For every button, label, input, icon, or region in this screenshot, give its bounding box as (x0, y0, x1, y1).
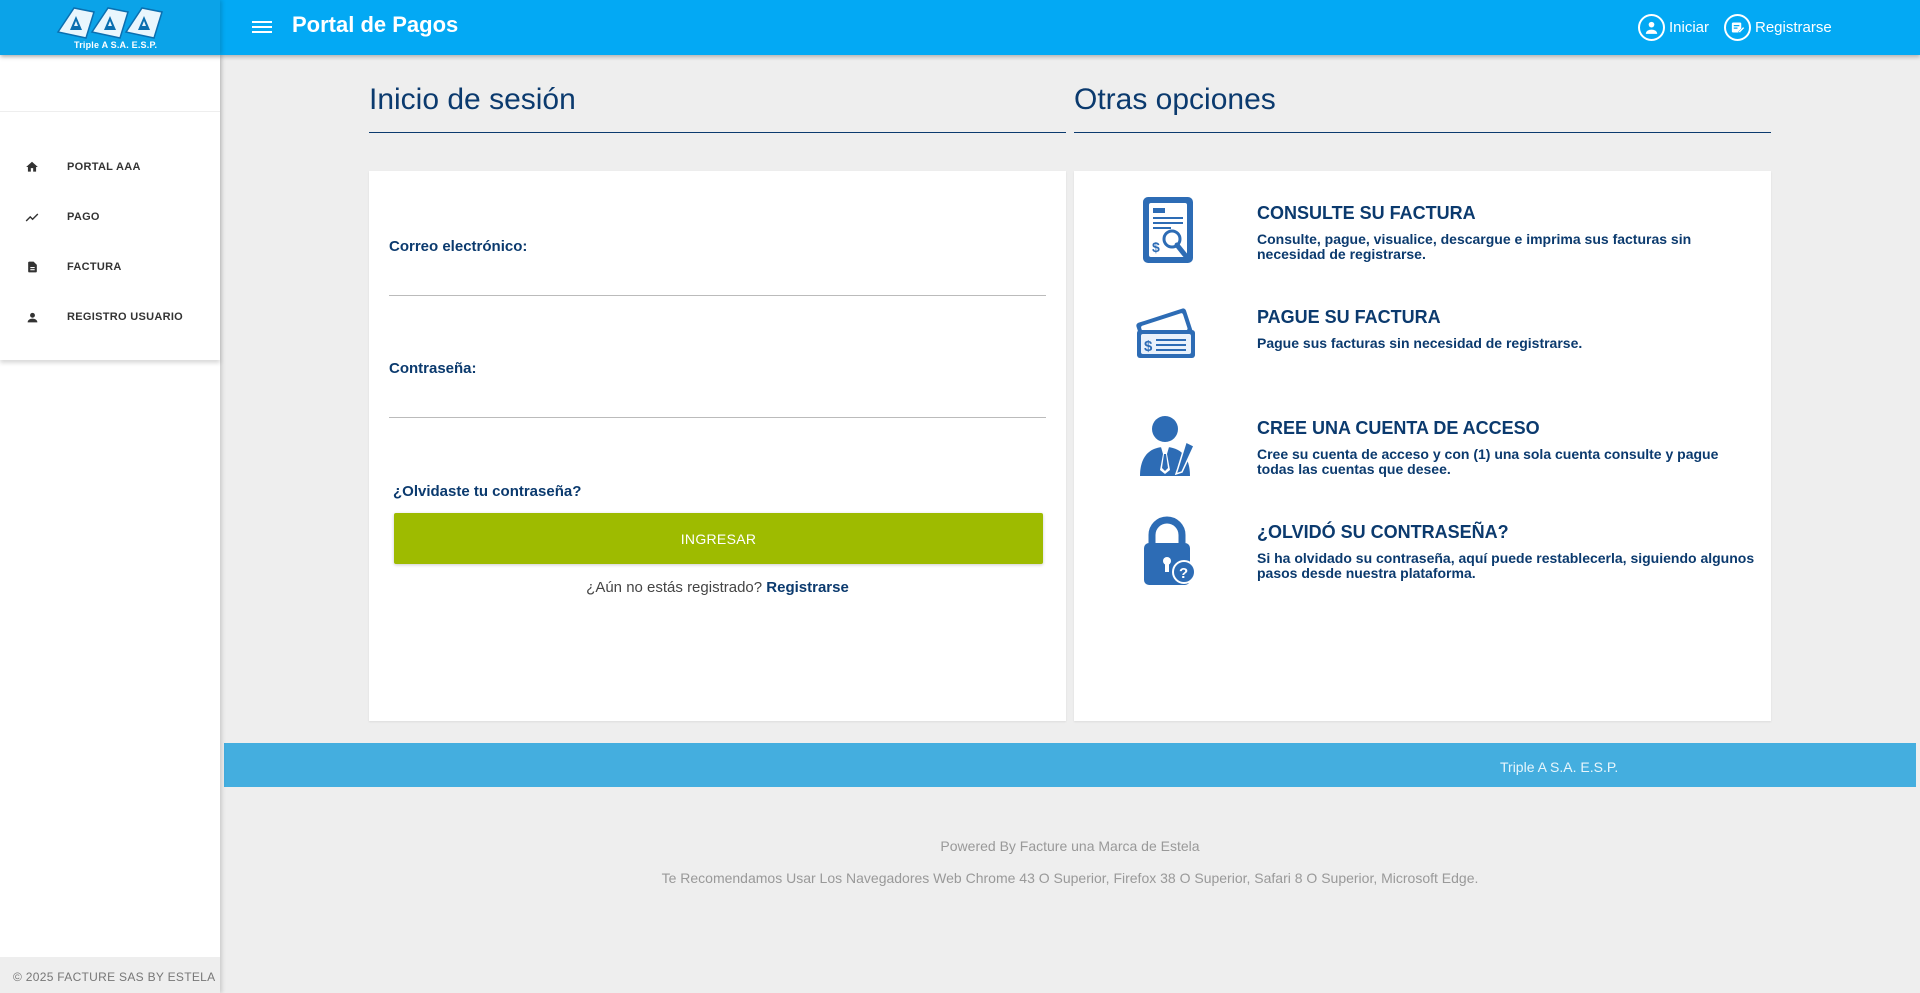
other-options-card: $ CONSULTE SU FACTURA Consulte, pague, v… (1074, 171, 1771, 721)
footer-band (224, 743, 1916, 787)
sidebar-item-label: REGISTRO USUARIO (67, 311, 184, 323)
sidebar-item-label: FACTURA (67, 261, 122, 273)
sidebar-item-label: PORTAL AAA (67, 161, 141, 173)
other-options-title: Otras opciones (1074, 83, 1276, 116)
logo-caption: Triple A S.A. E.S.P. (74, 40, 158, 50)
login-card: Correo electrónico: Contraseña: ¿Olvidas… (369, 171, 1066, 721)
svg-text:$: $ (1144, 338, 1153, 355)
user-signup-icon (1124, 405, 1214, 485)
forgot-password-link[interactable]: ¿Olvidaste tu contraseña? (393, 483, 581, 500)
email-field[interactable] (389, 260, 1046, 296)
sidebar-divider (0, 111, 220, 112)
option-title: ¿OLVIDÓ SU CONTRASEÑA? (1257, 522, 1509, 542)
other-options-divider (1074, 132, 1771, 133)
option-description: Consulte, pague, visualice, descargue e … (1257, 231, 1692, 262)
edit-note-icon (1724, 14, 1751, 41)
option-description: Si ha olvidado su contraseña, aquí puede… (1257, 550, 1755, 581)
sidebar-item-portal-aaa[interactable]: PORTAL AAA (0, 142, 220, 192)
lock-question-icon: ? (1124, 511, 1214, 591)
top-app-bar: Triple A S.A. E.S.P. Portal de Pagos Ini… (0, 0, 1920, 55)
option-title: CONSULTE SU FACTURA (1257, 203, 1476, 223)
invoice-search-icon: $ (1124, 191, 1214, 271)
login-title-divider (369, 132, 1066, 133)
logo-container[interactable]: Triple A S.A. E.S.P. (0, 0, 220, 55)
sidebar-item-label: PAGO (67, 211, 100, 223)
sidebar: PORTAL AAA PAGO FACTURA REGISTRO USUARIO… (0, 55, 220, 993)
password-field[interactable] (389, 382, 1046, 418)
svg-text:$: $ (1152, 239, 1160, 255)
register-prompt-link[interactable]: Registrarse (766, 579, 849, 596)
register-prompt: ¿Aún no estás registrado? Registrarse (369, 579, 1066, 596)
app-title: Portal de Pagos (292, 12, 459, 37)
login-section-title: Inicio de sesión (369, 83, 576, 116)
login-link[interactable]: Iniciar (1638, 14, 1709, 41)
document-icon (25, 260, 39, 274)
svg-text:?: ? (1179, 565, 1188, 582)
option-description: Cree su cuenta de acceso y con (1) una s… (1257, 446, 1719, 477)
home-icon (25, 160, 39, 174)
sidebar-copyright: © 2025 FACTURE SAS BY ESTELA (0, 957, 220, 993)
login-submit-button[interactable]: INGRESAR (394, 513, 1043, 564)
option-description: Pague sus facturas sin necesidad de regi… (1257, 335, 1583, 351)
sidebar-item-factura[interactable]: FACTURA (0, 242, 220, 292)
email-label: Correo electrónico: (389, 238, 528, 255)
footer-company-name: Triple A S.A. E.S.P. (1500, 759, 1619, 775)
register-prompt-text: ¿Aún no estás registrado? (586, 579, 763, 596)
register-link[interactable]: Registrarse (1724, 14, 1832, 41)
password-label: Contraseña: (389, 360, 477, 377)
money-icon: $ (1124, 296, 1214, 376)
sidebar-item-registro-usuario[interactable]: REGISTRO USUARIO (0, 292, 220, 342)
account-circle-icon (1638, 14, 1665, 41)
person-icon (25, 310, 39, 324)
trending-icon (25, 210, 39, 224)
option-title: PAGUE SU FACTURA (1257, 307, 1441, 327)
powered-by-text: Powered By Facture una Marca de Estela (940, 838, 1200, 854)
sidebar-item-pago[interactable]: PAGO (0, 192, 220, 242)
sidebar-menu: PORTAL AAA PAGO FACTURA REGISTRO USUARIO (0, 55, 220, 360)
login-link-label: Iniciar (1669, 19, 1710, 36)
hamburger-menu-button[interactable] (252, 18, 276, 38)
browser-recommendation-text: Te Recomendamos Usar Los Navegadores Web… (661, 870, 1479, 886)
register-link-label: Registrarse (1755, 19, 1832, 36)
option-title: CREE UNA CUENTA DE ACCESO (1257, 418, 1540, 438)
